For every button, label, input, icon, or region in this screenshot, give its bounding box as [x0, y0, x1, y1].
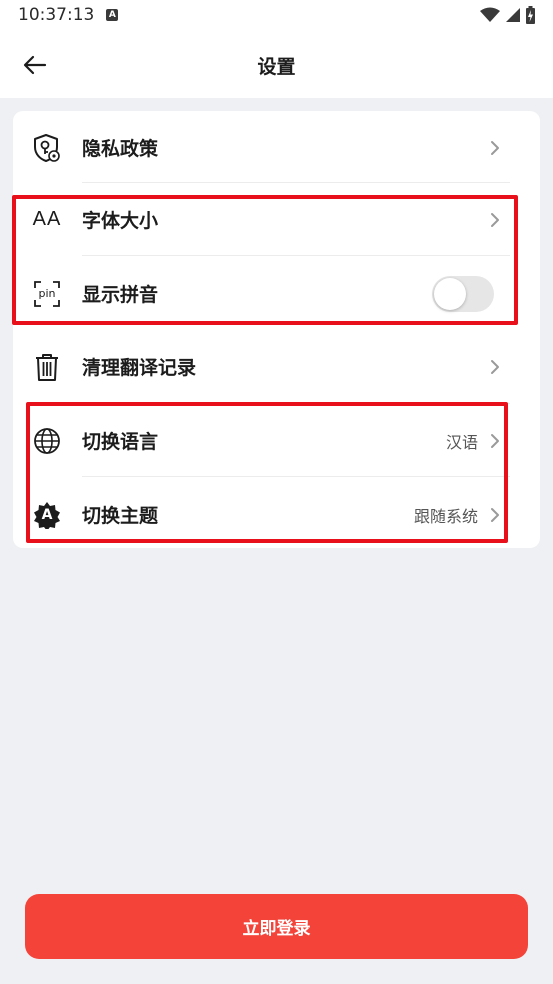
toggle-knob: [434, 277, 466, 310]
chevron-right-icon: [488, 139, 502, 157]
theme-badge-icon: A: [32, 500, 62, 530]
font-size-row[interactable]: AA 字体大小: [13, 183, 540, 256]
font-size-label: 字体大小: [82, 210, 159, 232]
signal-icon: [506, 8, 520, 22]
chevron-right-icon: [488, 506, 502, 524]
clear-history-row[interactable]: 清理翻译记录: [13, 330, 540, 403]
globe-icon: [32, 426, 62, 456]
pinyin-toggle[interactable]: [432, 275, 494, 312]
privacy-shield-icon: [32, 133, 62, 163]
switch-language-label: 切换语言: [82, 431, 159, 453]
chevron-right-icon: [488, 432, 502, 450]
status-time: 10:37:13: [18, 5, 95, 25]
show-pinyin-label: 显示拼音: [82, 284, 159, 306]
font-size-icon-text: AA: [32, 208, 62, 230]
notification-icon: A: [106, 9, 119, 21]
chevron-right-icon: [488, 211, 502, 229]
battery-icon: [526, 6, 535, 24]
font-size-icon: AA: [32, 205, 62, 235]
status-right: [480, 6, 535, 24]
current-theme-value: 跟随系统: [413, 506, 478, 526]
trash-icon: [32, 352, 62, 382]
chevron-right-icon: [488, 358, 502, 376]
wifi-icon: [480, 7, 500, 22]
switch-language-row[interactable]: 切换语言 汉语: [13, 404, 540, 477]
divider: [82, 255, 510, 256]
settings-card: 隐私政策 AA 字体大小 pin 显示拼音 清理翻译记录 切换语言 汉语 A 切…: [13, 111, 540, 548]
login-now-button[interactable]: 立即登录: [25, 894, 528, 959]
show-pinyin-row: pin 显示拼音: [13, 257, 540, 330]
page-title: 设置: [257, 56, 296, 78]
switch-theme-label: 切换主题: [82, 505, 159, 527]
status-left: 10:37:13 A: [18, 5, 119, 25]
pinyin-icon-text: pin: [38, 287, 56, 300]
divider: [82, 476, 510, 477]
top-app-bar: 设置: [0, 30, 553, 98]
pinyin-icon: pin: [32, 279, 62, 309]
current-language-value: 汉语: [445, 432, 478, 452]
status-bar: 10:37:13 A: [0, 0, 553, 30]
privacy-policy-row[interactable]: 隐私政策: [13, 111, 540, 184]
clear-history-label: 清理翻译记录: [82, 357, 197, 379]
theme-icon-letter: A: [41, 506, 53, 523]
privacy-policy-label: 隐私政策: [82, 138, 159, 160]
switch-theme-row[interactable]: A 切换主题 跟随系统: [13, 478, 540, 551]
